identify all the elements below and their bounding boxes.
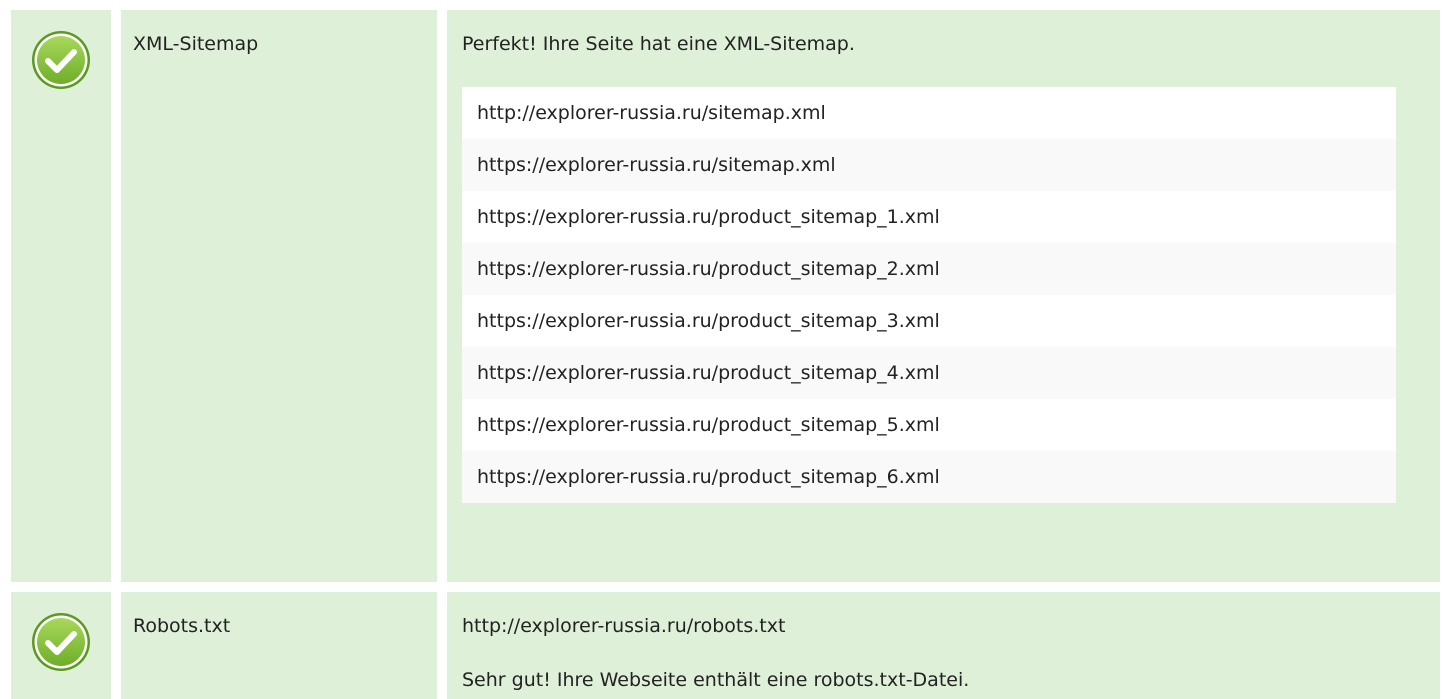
check-circle-icon xyxy=(32,613,90,671)
sitemap-name: XML-Sitemap xyxy=(133,33,259,55)
robots-message: Sehr gut! Ihre Webseite enthält eine rob… xyxy=(462,669,970,691)
check-circle-icon xyxy=(32,31,90,89)
robots-content-cell: http://explorer-russia.ru/robots.txt Seh… xyxy=(447,592,1440,699)
robots-status-cell xyxy=(11,592,111,699)
sitemap-url-item: https://explorer-russia.ru/product_sitem… xyxy=(462,295,1396,347)
sitemap-url-item: http://explorer-russia.ru/sitemap.xml xyxy=(462,87,1396,139)
sitemap-url-list: http://explorer-russia.ru/sitemap.xml ht… xyxy=(462,87,1396,503)
sitemap-url-item: https://explorer-russia.ru/product_sitem… xyxy=(462,451,1396,503)
sitemap-status-cell xyxy=(11,10,111,582)
sitemap-url-item: https://explorer-russia.ru/sitemap.xml xyxy=(462,139,1396,191)
sitemap-name-cell: XML-Sitemap xyxy=(121,10,437,582)
robots-name-cell: Robots.txt xyxy=(121,592,437,699)
robots-url: http://explorer-russia.ru/robots.txt xyxy=(462,615,786,637)
robots-name: Robots.txt xyxy=(133,615,231,637)
sitemap-url-item: https://explorer-russia.ru/product_sitem… xyxy=(462,191,1396,243)
sitemap-url-item: https://explorer-russia.ru/product_sitem… xyxy=(462,347,1396,399)
sitemap-message: Perfekt! Ihre Seite hat eine XML-Sitemap… xyxy=(462,33,855,55)
sitemap-url-item: https://explorer-russia.ru/product_sitem… xyxy=(462,243,1396,295)
sitemap-url-item: https://explorer-russia.ru/product_sitem… xyxy=(462,399,1396,451)
sitemap-content-cell: Perfekt! Ihre Seite hat eine XML-Sitemap… xyxy=(447,10,1440,582)
